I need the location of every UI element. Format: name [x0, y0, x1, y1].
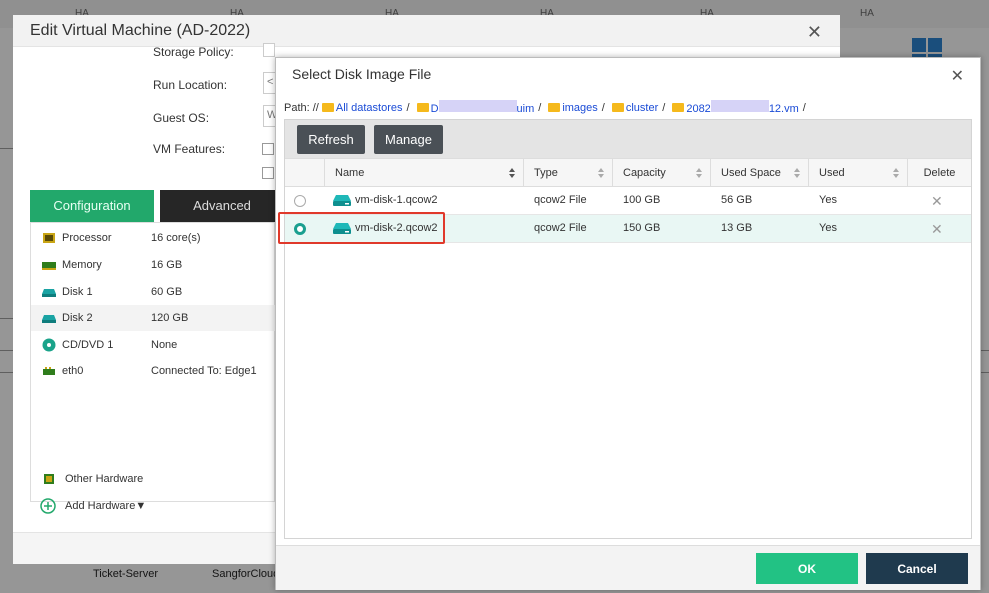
sort-icon: [696, 168, 702, 178]
add-circle-icon: [40, 498, 56, 514]
close-icon[interactable]: ✕: [951, 66, 964, 86]
column-used[interactable]: Used: [809, 159, 908, 187]
network-icon: [43, 367, 55, 375]
hardware-name: Disk 2: [62, 312, 93, 324]
path-suffix: /: [802, 101, 806, 114]
hardware-name: Disk 1: [62, 286, 93, 298]
column-capacity[interactable]: Capacity: [613, 159, 711, 187]
cell-capacity: 100 GB: [623, 194, 661, 206]
cell-type: qcow2 File: [534, 222, 587, 234]
hardware-name: CD/DVD 1: [62, 339, 114, 351]
ok-button[interactable]: OK: [756, 553, 858, 584]
hardware-item-cd-dvd[interactable]: CD/DVD 1 None: [31, 332, 276, 358]
row-radio[interactable]: [294, 223, 306, 235]
disk-icon: [333, 223, 351, 234]
add-hardware-button[interactable]: Add Hardware▼: [31, 493, 276, 519]
run-location-label: Run Location:: [153, 78, 228, 92]
vm-feature-checkbox[interactable]: [262, 143, 274, 155]
hardware-value: 120 GB: [151, 312, 189, 324]
cell-name: vm-disk-2.qcow2: [355, 222, 438, 234]
cancel-button[interactable]: Cancel: [866, 553, 968, 584]
cd-icon: [42, 338, 56, 352]
select-disk-dialog: Select Disk Image File ✕ Path: // All da…: [275, 57, 981, 590]
chip-icon: [44, 474, 54, 484]
hardware-value: 60 GB: [151, 286, 183, 298]
cell-used: Yes: [819, 194, 837, 206]
hardware-item-processor[interactable]: Processor 16 core(s): [31, 225, 276, 251]
add-hardware-label: Add Hardware▼: [65, 500, 147, 512]
table-row[interactable]: vm-disk-2.qcow2 qcow2 File 150 GB 13 GB …: [285, 215, 971, 243]
disk-icon: [42, 315, 56, 323]
sort-icon: [893, 168, 899, 178]
path-prefix: Path: //: [284, 101, 319, 114]
breadcrumb-datastore[interactable]: Duim: [431, 100, 534, 115]
memory-icon: [42, 262, 56, 270]
vm-feature-checkbox[interactable]: [262, 167, 274, 179]
breadcrumb-cluster[interactable]: cluster: [626, 102, 658, 114]
close-icon[interactable]: ✕: [807, 22, 822, 43]
table-header: Name Type Capacity Used Space Used Delet…: [285, 158, 971, 187]
hardware-value: 16 GB: [151, 259, 183, 271]
dialog-footer: OK Cancel: [276, 545, 980, 590]
folder-icon: [611, 103, 624, 112]
disk-file-table: Refresh Manage Name Type Capacity Used S…: [284, 119, 972, 539]
redaction-block: [710, 100, 769, 112]
hardware-name: Memory: [62, 259, 102, 271]
hardware-item-disk-1[interactable]: Disk 1 60 GB: [31, 279, 276, 305]
manage-button[interactable]: Manage: [374, 125, 443, 154]
hardware-value: Connected To: Edge1: [151, 365, 257, 377]
vm-features-label: VM Features:: [153, 142, 226, 156]
tab-advanced[interactable]: Advanced: [160, 190, 284, 222]
cell-type: qcow2 File: [534, 194, 587, 206]
row-radio[interactable]: [294, 195, 306, 207]
folder-icon: [321, 103, 334, 112]
hardware-list: Processor 16 core(s) Memory 16 GB Disk 1…: [30, 222, 276, 514]
breadcrumb-vm-folder[interactable]: 2082 12.vm: [686, 100, 799, 115]
disk-icon: [42, 289, 56, 297]
hardware-value: None: [151, 339, 178, 351]
cell-used-space: 56 GB: [721, 194, 753, 206]
cell-name: vm-disk-1.qcow2: [355, 194, 438, 206]
column-type[interactable]: Type: [524, 159, 613, 187]
hardware-name: eth0: [62, 365, 84, 377]
hardware-value: 16 core(s): [151, 232, 201, 244]
cell-used-space: 13 GB: [721, 222, 753, 234]
folder-icon: [416, 103, 429, 112]
column-delete: Delete: [923, 167, 956, 179]
cpu-icon: [43, 233, 55, 243]
hardware-item-eth0[interactable]: eth0 Connected To: Edge1: [31, 358, 276, 384]
cell-used: Yes: [819, 222, 837, 234]
disk-icon: [333, 195, 351, 206]
storage-policy-label: Storage Policy:: [153, 45, 234, 59]
edit-vm-title: Edit Virtual Machine (AD-2022): [30, 22, 251, 39]
sort-icon: [598, 168, 604, 178]
sort-icon: [509, 168, 515, 178]
hardware-item-memory[interactable]: Memory 16 GB: [31, 252, 276, 278]
dialog-title: Select Disk Image File: [292, 66, 432, 82]
other-hardware-item[interactable]: Other Hardware: [31, 466, 276, 492]
guest-os-label: Guest OS:: [153, 111, 210, 125]
refresh-button[interactable]: Refresh: [297, 125, 365, 154]
other-hardware-label: Other Hardware: [65, 473, 144, 485]
delete-icon[interactable]: ✕: [931, 221, 943, 238]
cell-capacity: 150 GB: [623, 222, 661, 234]
breadcrumb-images[interactable]: images: [562, 102, 597, 114]
column-name[interactable]: Name: [325, 159, 524, 187]
breadcrumb: Path: // All datastores / Duim / images …: [284, 100, 806, 115]
delete-icon[interactable]: ✕: [931, 193, 943, 210]
edit-vm-titlebar: Edit Virtual Machine (AD-2022) ✕: [13, 15, 840, 47]
hardware-item-disk-2[interactable]: Disk 2 120 GB: [31, 305, 276, 331]
storage-policy-select[interactable]: [263, 43, 275, 57]
folder-icon: [548, 103, 561, 112]
column-select: [285, 159, 325, 187]
column-used-space[interactable]: Used Space: [711, 159, 809, 187]
table-row[interactable]: vm-disk-1.qcow2 qcow2 File 100 GB 56 GB …: [285, 187, 971, 215]
hardware-name: Processor: [62, 232, 112, 244]
folder-icon: [672, 103, 685, 112]
redaction-block: [438, 100, 517, 112]
breadcrumb-all-datastores[interactable]: All datastores: [336, 102, 403, 114]
table-toolbar: Refresh Manage: [285, 120, 971, 158]
sort-icon: [794, 168, 800, 178]
tab-configuration[interactable]: Configuration: [30, 190, 154, 222]
